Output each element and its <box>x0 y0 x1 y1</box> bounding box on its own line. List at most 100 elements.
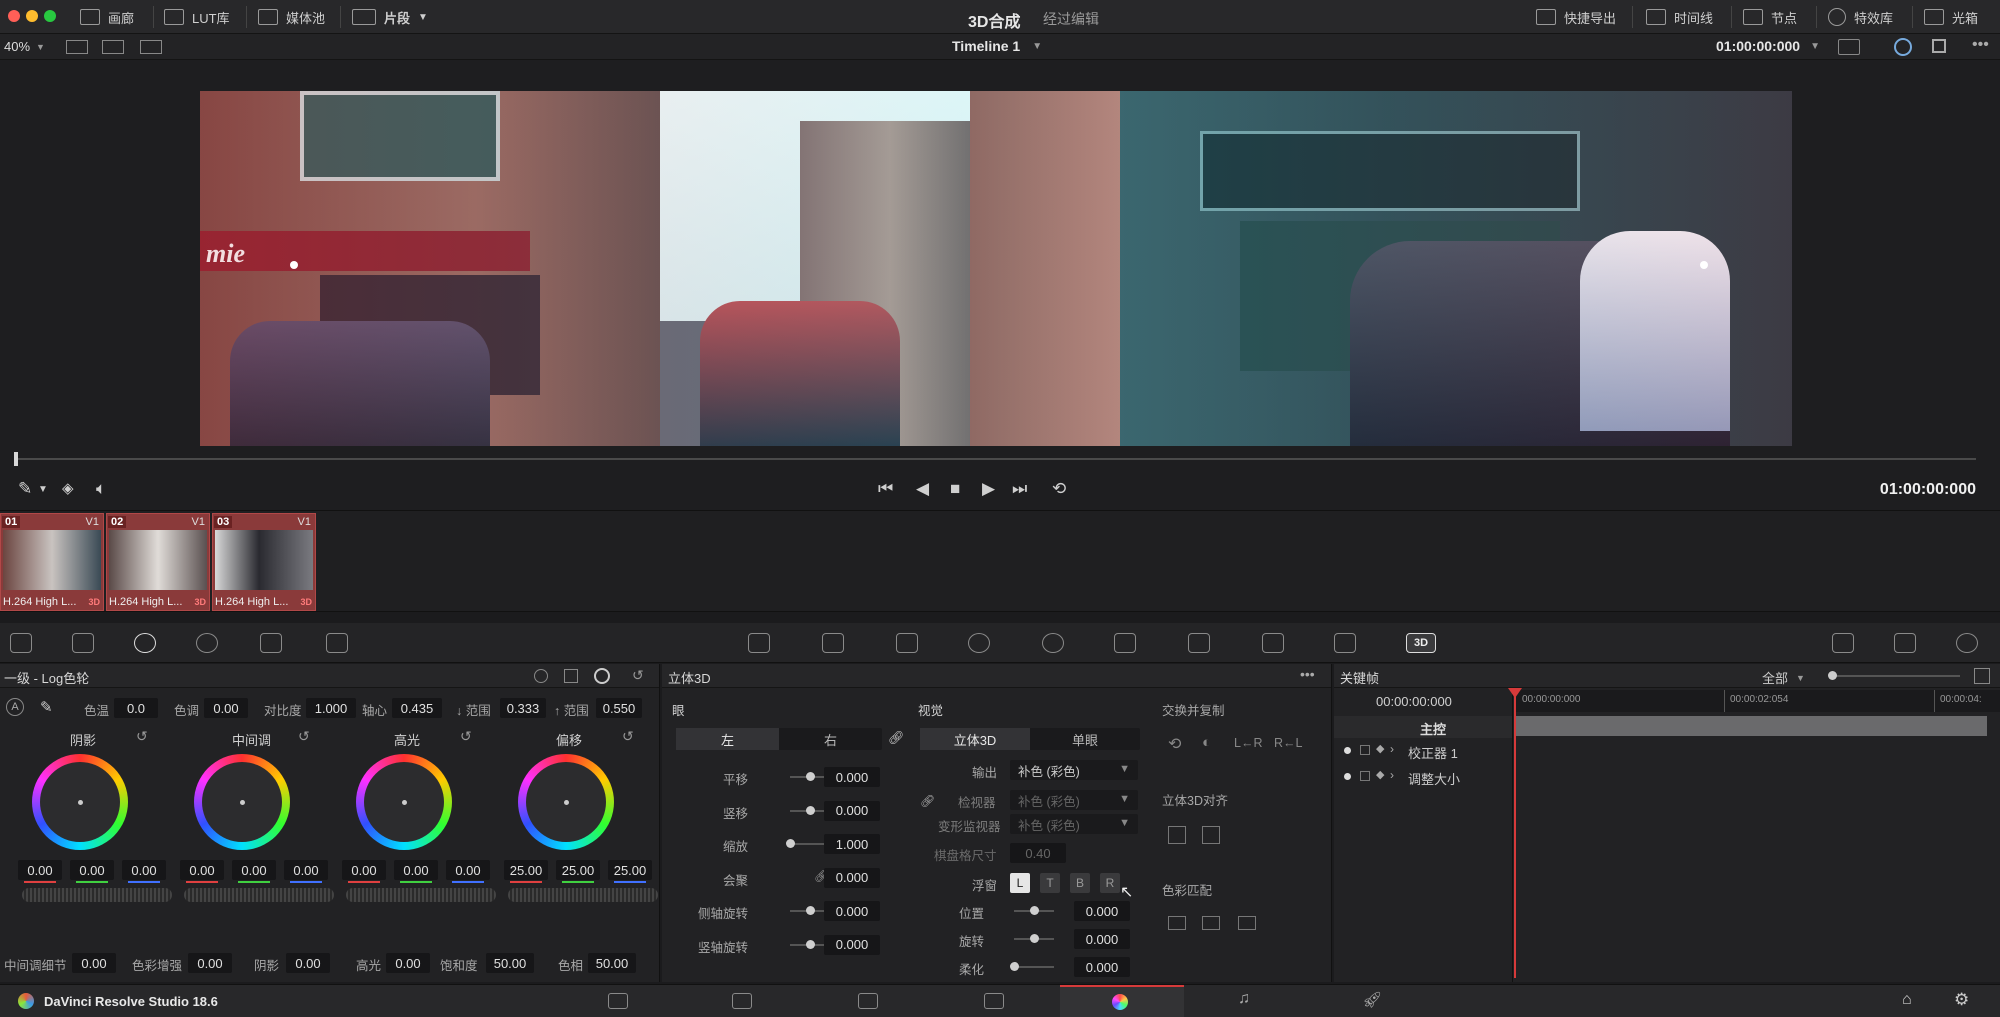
viewer-dropdown[interactable]: 补色 (彩色) ▼ <box>1010 790 1138 810</box>
tab-left-eye[interactable]: 左 <box>676 728 779 750</box>
link-icon[interactable]: 🔗︎ <box>920 794 935 808</box>
scopes-icon[interactable] <box>1894 633 1916 653</box>
wheel-value-field[interactable]: 25.00 <box>608 860 652 880</box>
primaries-bars-icon[interactable] <box>534 669 548 683</box>
keyframe-diamond-icon[interactable]: ◆ <box>1376 768 1384 781</box>
lock-icon[interactable] <box>1360 771 1370 781</box>
wheel-value-field[interactable]: 0.00 <box>180 860 224 880</box>
monitor-dropdown[interactable]: 补色 (彩色) ▼ <box>1010 814 1138 834</box>
keyframe-ruler[interactable]: 00:00:00:000 00:00:02:054 00:00:04: <box>1514 690 2000 712</box>
stereo-marker-left[interactable] <box>290 261 298 269</box>
fusion-page-icon[interactable] <box>984 993 1004 1009</box>
more-options-icon[interactable]: ••• <box>1972 36 1989 54</box>
fairlight-page-icon[interactable]: ♫ <box>1238 990 1250 1008</box>
tracker-icon[interactable] <box>1042 633 1064 653</box>
settings-gear-icon[interactable]: ⚙︎ <box>1954 990 1969 1010</box>
nodes-button[interactable]: 节点 <box>1743 0 1797 34</box>
high-range-field[interactable]: 0.550 <box>596 698 642 718</box>
loop-icon[interactable]: ⟲ <box>1052 479 1066 499</box>
play-icon[interactable]: ▶︎ <box>982 479 995 499</box>
master-keyframe-bar[interactable] <box>1514 716 1987 736</box>
wheel-value-field[interactable]: 0.00 <box>394 860 438 880</box>
match-image-icon[interactable] <box>1202 916 1220 930</box>
swap-eyes-icon[interactable]: ◐ <box>1202 734 1211 751</box>
sizing-icon[interactable] <box>1334 633 1356 653</box>
chevron-right-icon[interactable]: › <box>1390 768 1394 782</box>
clip-thumbnail[interactable]: 01 V1 H.264 High L... 3D <box>0 513 104 611</box>
midtone-detail-field[interactable]: 0.00 <box>72 953 116 973</box>
master-jog-wheel[interactable] <box>184 888 334 902</box>
wheel-center-handle[interactable] <box>78 800 83 805</box>
master-jog-wheel[interactable] <box>508 888 658 902</box>
skip-to-start-icon[interactable]: ⏮︎ <box>878 479 893 499</box>
tab-stereo-3d[interactable]: 立体3D <box>920 728 1030 750</box>
track-enable-icon[interactable] <box>1344 773 1351 780</box>
video-frame[interactable]: mie <box>200 91 1792 446</box>
quick-export-button[interactable]: 快捷导出 <box>1536 0 1616 34</box>
skip-to-end-icon[interactable]: ⏭︎ <box>1012 479 1027 499</box>
shadows-field[interactable]: 0.00 <box>286 953 330 973</box>
fullscreen-icon[interactable] <box>1932 39 1946 53</box>
match-grid-icon[interactable] <box>1238 916 1256 930</box>
align-vertical-icon[interactable] <box>1202 826 1220 844</box>
keyframe-filter-dropdown[interactable]: 全部 ▼ <box>1762 668 1805 687</box>
low-range-field[interactable]: 0.333 <box>500 698 546 718</box>
highlights-field[interactable]: 0.00 <box>386 953 430 973</box>
param-value-field[interactable]: 0.000 <box>824 767 880 787</box>
chevron-down-icon[interactable]: ▼ <box>38 484 48 495</box>
clip-thumbnail[interactable]: 03 V1 H.264 High L... 3D <box>212 513 316 611</box>
scrub-bar[interactable] <box>14 458 1976 460</box>
color-wheels-icon[interactable] <box>134 633 156 653</box>
collapse-panel-icon[interactable] <box>1974 668 1990 684</box>
media-pool-button[interactable]: 媒体池 <box>258 0 325 34</box>
master-jog-wheel[interactable] <box>346 888 496 902</box>
split-view-icon[interactable] <box>140 40 162 54</box>
log-wheels-mode-icon[interactable] <box>594 668 610 684</box>
output-dropdown[interactable]: 补色 (彩色) ▼ <box>1010 760 1138 780</box>
gallery-view-icon[interactable] <box>102 40 124 54</box>
pivot-field[interactable]: 0.435 <box>392 698 442 718</box>
color-boost-field[interactable]: 0.00 <box>188 953 232 973</box>
param-slider-knob[interactable] <box>1030 934 1039 943</box>
wheel-center-handle[interactable] <box>564 800 569 805</box>
monitor-output-icon[interactable] <box>1838 39 1860 55</box>
motion-effects-icon[interactable] <box>326 633 348 653</box>
wheel-center-handle[interactable] <box>402 800 407 805</box>
eyedropper-icon[interactable]: ✎ <box>40 698 53 716</box>
chevron-right-icon[interactable]: › <box>1390 742 1394 756</box>
key-icon[interactable] <box>1262 633 1284 653</box>
color-picker-icon[interactable] <box>1894 38 1912 56</box>
align-3d-icon[interactable] <box>1168 826 1186 844</box>
copy-left-to-right-button[interactable]: L←R <box>1234 736 1262 750</box>
gallery-button[interactable]: 画廊 <box>80 0 134 34</box>
qualifier-icon[interactable] <box>896 633 918 653</box>
param-slider-knob[interactable] <box>786 839 795 848</box>
keyframe-playhead[interactable] <box>1514 690 1516 978</box>
stereo-3d-icon[interactable]: 3D <box>1406 633 1436 653</box>
copy-right-to-left-button[interactable]: R←L <box>1274 736 1302 750</box>
wheel-value-field[interactable]: 25.00 <box>556 860 600 880</box>
hue-field[interactable]: 50.00 <box>588 953 636 973</box>
maximize-window-icon[interactable] <box>44 10 56 22</box>
lock-icon[interactable] <box>1360 745 1370 755</box>
close-window-icon[interactable] <box>8 10 20 22</box>
wheel-value-field[interactable]: 0.00 <box>284 860 328 880</box>
param-slider-knob[interactable] <box>1030 906 1039 915</box>
wheel-value-field[interactable]: 0.00 <box>342 860 386 880</box>
float-top-button[interactable]: T <box>1040 873 1060 893</box>
param-slider[interactable] <box>1014 966 1054 968</box>
home-icon[interactable]: ⌂ <box>1902 991 1912 1009</box>
track-row[interactable]: ◆ › 校正器 1 <box>1334 740 1512 764</box>
tab-right-eye[interactable]: 右 <box>779 728 882 750</box>
zoom-dropdown[interactable]: 40% ▼ <box>4 39 45 54</box>
param-slider-knob[interactable] <box>806 805 815 815</box>
swap-icon[interactable]: ⟲ <box>1168 734 1181 754</box>
color-page-tab[interactable] <box>1060 985 1184 1017</box>
temperature-field[interactable]: 0.0 <box>114 698 158 718</box>
clips-button[interactable]: 片段 ▼ <box>352 0 428 34</box>
viewer-timecode[interactable]: 01:00:00:000 ▼ <box>1716 38 1820 54</box>
wheel-value-field[interactable]: 0.00 <box>446 860 490 880</box>
timeline-selector[interactable]: Timeline 1 ▼ <box>952 38 1042 54</box>
media-page-icon[interactable] <box>608 993 628 1009</box>
param-slider-knob[interactable] <box>1010 962 1019 971</box>
